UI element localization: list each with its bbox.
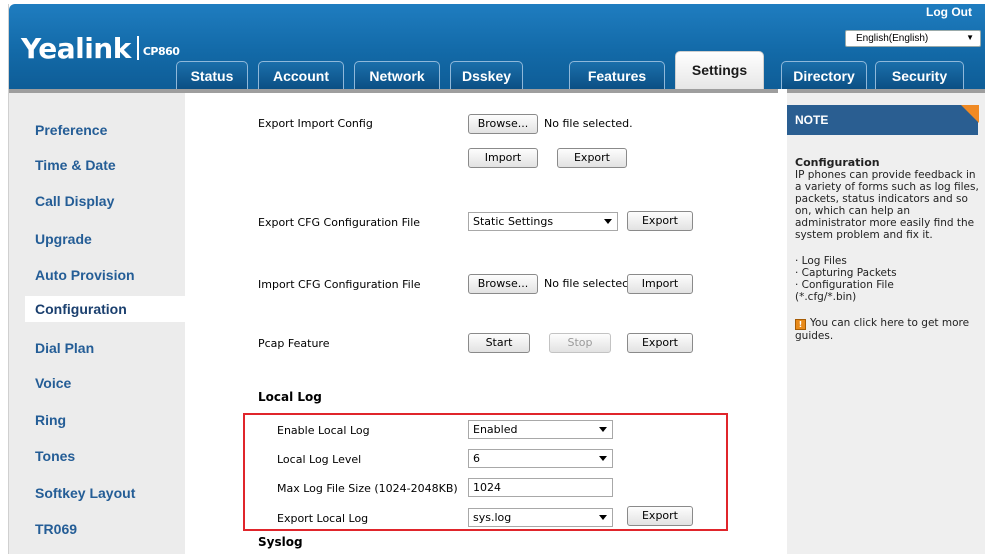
note-list-item: (*.cfg/*.bin) (795, 291, 857, 303)
note-list-item: · Configuration File (795, 279, 894, 291)
sidebar-item-tr069[interactable]: TR069 (9, 516, 185, 542)
sidebar-item-call-display[interactable]: Call Display (9, 188, 185, 214)
local-log-level-label: Local Log Level (277, 453, 362, 466)
max-log-file-size-label: Max Log File Size (1024-2048KB) (277, 482, 458, 495)
export-cfg-button[interactable]: Export (627, 211, 693, 231)
import-cfg-label: Import CFG Configuration File (258, 278, 421, 291)
note-list-item: · Capturing Packets (795, 267, 897, 279)
tab-security[interactable]: Security (875, 61, 964, 89)
tab-network[interactable]: Network (354, 61, 440, 89)
import-cfg-browse-button[interactable]: Browse... (468, 274, 538, 294)
sidebar-item-preference[interactable]: Preference (9, 117, 185, 143)
local-log-level-select[interactable]: 6 (468, 449, 613, 468)
sidebar-item-softkey-layout[interactable]: Softkey Layout (9, 480, 185, 506)
header-bar: Yealink CP860 Log Out English(English) ▼ … (9, 4, 985, 89)
chevron-down-icon (599, 427, 607, 432)
sidebar-item-dial-plan[interactable]: Dial Plan (9, 335, 185, 361)
web-ui-frame: Yealink CP860 Log Out English(English) ▼ … (8, 4, 985, 554)
note-panel: NOTE Configuration IP phones can provide… (787, 89, 985, 554)
book-icon: ! (795, 319, 806, 330)
pcap-stop-button[interactable]: Stop (549, 333, 611, 353)
export-local-log-select[interactable]: sys.log (468, 508, 613, 527)
sidebar-item-ring[interactable]: Ring (9, 407, 185, 433)
export-button[interactable]: Export (557, 148, 627, 168)
sidebar-item-configuration[interactable]: Configuration (25, 296, 185, 322)
sidebar-item-time-date[interactable]: Time & Date (9, 152, 185, 178)
note-list-item: · Log Files (795, 255, 847, 267)
enable-local-log-label: Enable Local Log (277, 424, 370, 437)
import-button[interactable]: Import (468, 148, 538, 168)
settings-sidebar: Preference Time & Date Call Display Upgr… (9, 89, 185, 554)
import-cfg-button[interactable]: Import (627, 274, 693, 294)
guide-link[interactable]: ! You can click here to get more guides. (795, 317, 983, 342)
enable-local-log-value: Enabled (473, 423, 518, 436)
pcap-start-button[interactable]: Start (468, 333, 530, 353)
sidebar-item-auto-provision[interactable]: Auto Provision (9, 262, 185, 288)
export-local-log-value: sys.log (473, 511, 512, 524)
chevron-down-icon (599, 456, 607, 461)
export-import-config-label: Export Import Config (258, 117, 373, 130)
note-body: Configuration IP phones can provide feed… (795, 157, 983, 342)
configuration-panel: Export Import Config Browse... No file s… (185, 89, 778, 554)
local-log-heading: Local Log (258, 390, 322, 404)
chevron-down-icon (599, 515, 607, 520)
file-status: No file selected. (544, 117, 633, 130)
local-log-level-value: 6 (473, 452, 480, 465)
syslog-heading: Syslog (258, 535, 303, 549)
export-cfg-select-value: Static Settings (473, 215, 554, 228)
note-heading: NOTE (787, 105, 978, 135)
export-cfg-label: Export CFG Configuration File (258, 216, 421, 229)
tab-status[interactable]: Status (176, 61, 248, 89)
pcap-label: Pcap Feature (258, 337, 330, 350)
tab-directory[interactable]: Directory (781, 61, 867, 89)
note-description: IP phones can provide feedback in a vari… (795, 169, 979, 241)
export-cfg-select[interactable]: Static Settings (468, 212, 618, 231)
pcap-export-button[interactable]: Export (627, 333, 693, 353)
note-list: · Log Files · Capturing Packets · Config… (795, 255, 983, 303)
main-tabs: Status Account Network Dsskey Features S… (9, 4, 985, 89)
sidebar-item-tones[interactable]: Tones (9, 443, 185, 469)
export-local-log-button[interactable]: Export (627, 506, 693, 526)
note-corner-decoration (961, 105, 979, 123)
tab-features[interactable]: Features (569, 61, 665, 89)
export-local-log-label: Export Local Log (277, 512, 369, 525)
tab-account[interactable]: Account (258, 61, 344, 89)
sidebar-item-upgrade[interactable]: Upgrade (9, 226, 185, 252)
browse-button[interactable]: Browse... (468, 114, 538, 134)
enable-local-log-select[interactable]: Enabled (468, 420, 613, 439)
tab-dsskey[interactable]: Dsskey (450, 61, 523, 89)
import-cfg-file-status: No file selectec (544, 277, 629, 290)
sidebar-item-voice[interactable]: Voice (9, 370, 185, 396)
tab-settings[interactable]: Settings (675, 51, 764, 89)
guide-text: You can click here to get more guides. (795, 317, 970, 342)
max-log-file-size-input[interactable]: 1024 (468, 478, 613, 497)
note-title: Configuration (795, 156, 880, 169)
chevron-down-icon (604, 219, 612, 224)
